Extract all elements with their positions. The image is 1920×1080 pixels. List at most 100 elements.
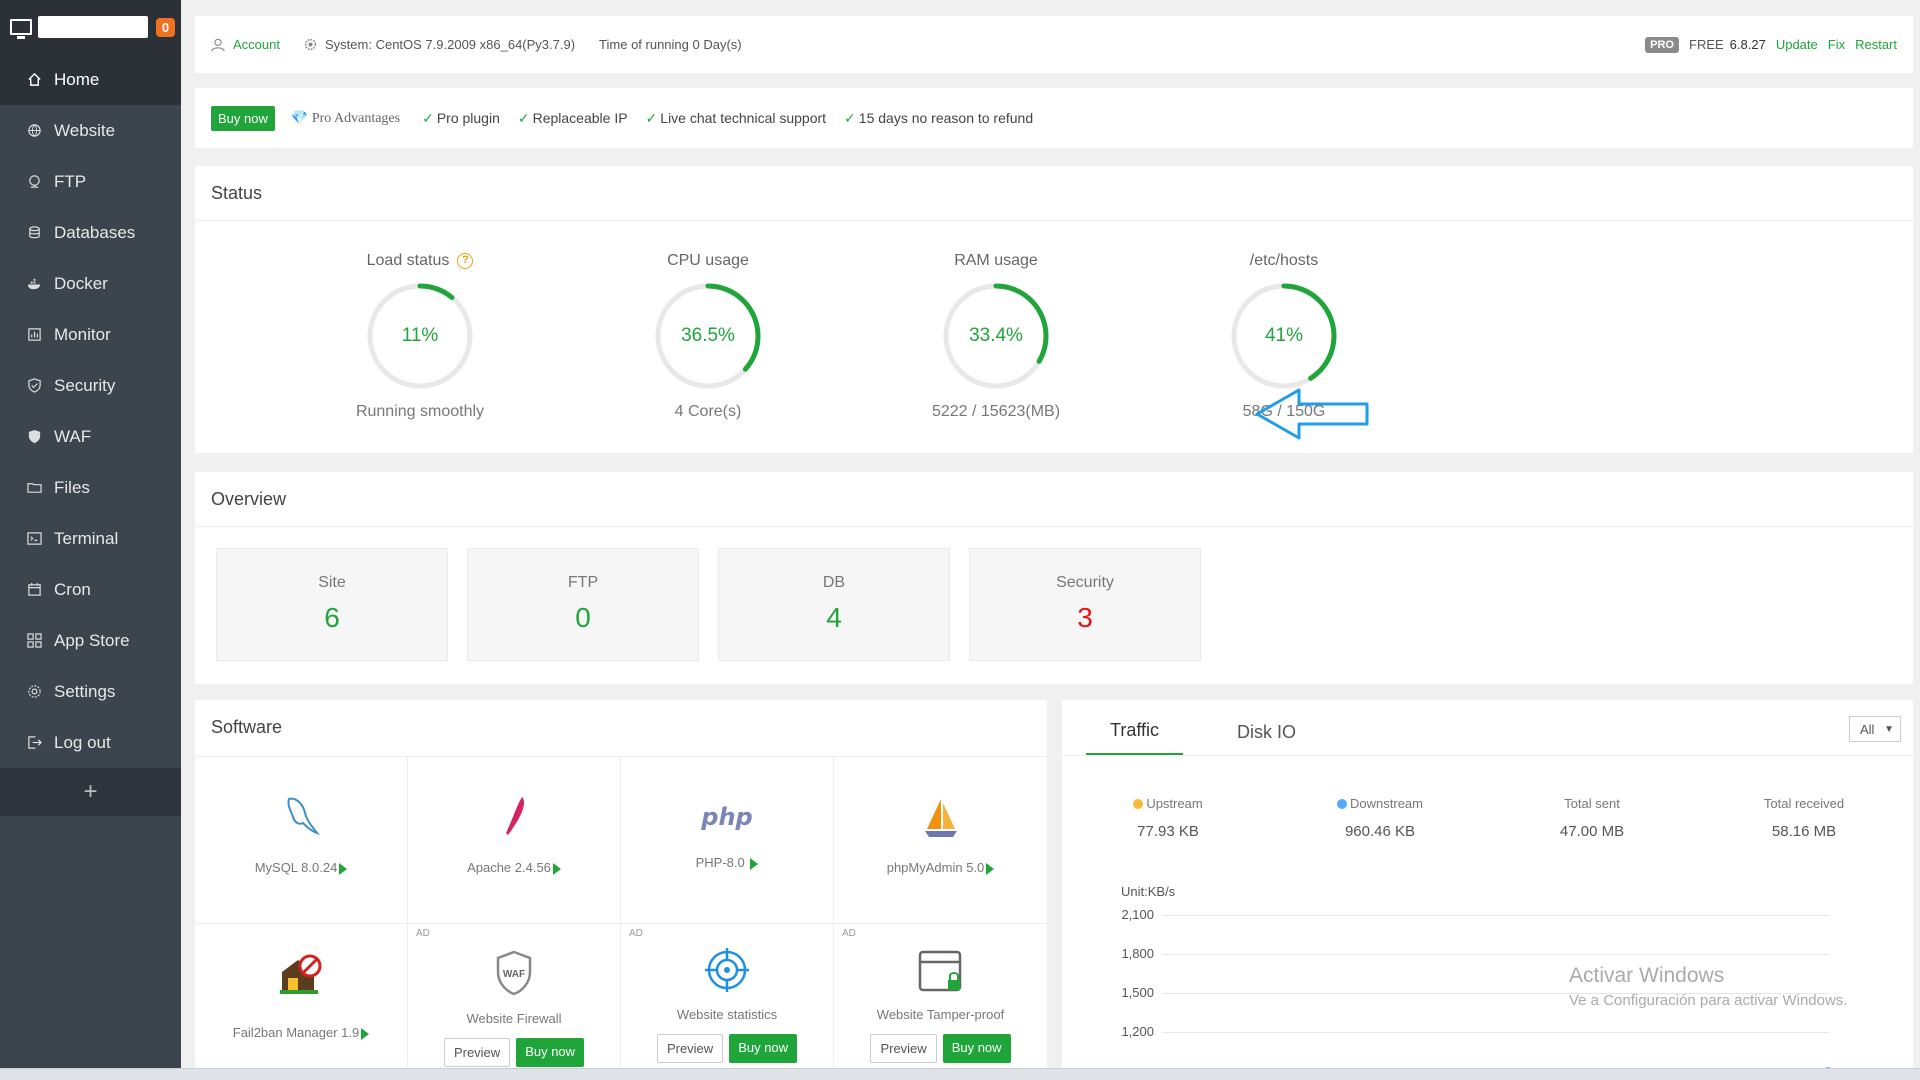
section-title: Overview [195,472,1913,527]
pro-badge[interactable]: PRO [1645,36,1679,53]
sidebar-item-log-out[interactable]: Log out [0,717,181,768]
traffic-tabs: Traffic Disk IO [1062,700,1913,756]
play-icon[interactable] [552,862,561,875]
stat-value: 47.00 MB [1559,823,1625,840]
preview-button[interactable]: Preview [870,1034,937,1063]
sidebar-item-label: Cron [54,579,91,599]
waf-shield-icon: WAF [496,950,532,996]
account-link[interactable]: Account [211,37,280,52]
sidebar-item-security[interactable]: Security [0,360,181,411]
overview-card-site[interactable]: Site 6 [216,548,448,661]
gauge-label: RAM usage [954,252,1038,269]
buy-now-button[interactable]: Buy now [729,1034,798,1063]
card-label: Security [1056,574,1114,591]
server-ip-field[interactable] [38,16,148,38]
interface-select[interactable]: All ▼ [1849,716,1901,742]
update-link[interactable]: Update [1776,37,1818,52]
sidebar-item-ftp[interactable]: FTP [0,156,181,207]
play-icon[interactable] [750,857,759,870]
help-icon[interactable]: ? [457,253,474,269]
sidebar-item-docker[interactable]: Docker [0,258,181,309]
software-php[interactable]: php PHP-8.0 [621,757,834,924]
globe-icon [26,123,42,139]
notification-badge[interactable]: 0 [156,17,175,37]
sidebar-item-website[interactable]: Website [0,105,181,156]
gauge-value: 11% [401,325,439,346]
stat-downstream: Downstream 960.46 KB [1274,796,1486,840]
sidebar-item-app-store[interactable]: App Store [0,615,181,666]
php-logo-icon: php [701,803,753,831]
ad-label: AD [842,928,856,939]
add-menu-button[interactable]: + [0,768,181,816]
waf-icon [26,429,42,445]
upstream-dot-icon [1133,798,1144,809]
monitor-icon [10,19,32,39]
gauge-value: 41% [1264,325,1304,346]
stat-total-sent: Total sent 47.00 MB [1486,796,1698,840]
chart-unit-label: Unit:KB/s [1121,884,1176,899]
play-icon[interactable] [339,862,348,875]
sidebar-item-settings[interactable]: Settings [0,666,181,717]
buy-now-button[interactable]: Buy now [516,1038,585,1067]
sidebar-item-label: Databases [54,222,136,242]
ad-label: AD [416,928,430,939]
user-icon [211,38,225,51]
sidebar-item-waf[interactable]: WAF [0,411,181,462]
overview-card-db[interactable]: DB 4 [718,548,950,661]
software-mysql[interactable]: MySQL 8.0.24 [195,757,408,924]
check-icon: ✓ [517,109,530,126]
play-icon[interactable] [986,862,995,875]
software-fail2ban[interactable]: Fail2ban Manager 1.9 [195,924,408,1080]
gauge-cpu[interactable]: CPU usage 36.5% 4 Core(s) [603,251,813,421]
system-label: System: [324,37,372,52]
version-number: 6.8.27 [1729,37,1766,52]
sidebar-item-files[interactable]: Files [0,462,181,513]
feature-label: 15 days no reason to refund [858,110,1034,126]
tab-disk-io[interactable]: Disk IO [1235,722,1298,755]
buy-now-button[interactable]: Buy now [942,1034,1011,1063]
overview-card-security[interactable]: Security 3 [969,548,1201,661]
feature-label: Live chat technical support [660,110,827,126]
sidebar-item-monitor[interactable]: Monitor [0,309,181,360]
stat-label: Total received [1763,796,1845,811]
software-ad-tamper-proof[interactable]: AD Website Tamper-proof Preview Buy now [834,924,1047,1080]
fail2ban-icon [280,954,322,994]
sidebar-item-label: App Store [54,630,130,650]
gauge-load[interactable]: Load status? 11% Running smoothly [315,251,525,421]
play-icon[interactable] [361,1027,370,1040]
stat-value: 58.16 MB [1771,823,1837,840]
sidebar-item-databases[interactable]: Databases [0,207,181,258]
software-name: Website statistics [676,1007,778,1022]
tab-traffic[interactable]: Traffic [1086,720,1184,755]
phpmyadmin-sailboat-icon [924,799,957,837]
restart-link[interactable]: Restart [1855,37,1897,52]
overview-card-ftp[interactable]: FTP 0 [467,548,699,661]
sidebar-item-home[interactable]: Home [0,54,181,105]
browser-lock-icon [918,950,961,992]
feature-item: ✓ Live chat technical support [646,110,827,127]
fix-link[interactable]: Fix [1828,37,1845,52]
shield-icon [26,378,42,394]
sidebar-item-label: Docker [54,273,108,293]
grid-line [1162,1032,1829,1033]
downstream-dot-icon [1337,798,1348,809]
gauge-ring: 36.5% [653,281,763,391]
preview-button[interactable]: Preview [443,1038,511,1067]
svg-text:WAF: WAF [503,969,525,980]
y-tick: 2,100 [1121,907,1154,922]
pro-advantages[interactable]: 💎 Pro Advantages [291,110,400,127]
preview-button[interactable]: Preview [656,1034,724,1063]
gauge-ram[interactable]: RAM usage 33.4% 5222 / 15623(MB) [891,251,1101,421]
software-ad-waf[interactable]: AD WAF Website Firewall Preview Buy now [408,924,621,1080]
watermark-subtitle: Ve a Configuración para activar Windows. [1569,992,1848,1009]
sidebar-item-terminal[interactable]: Terminal [0,513,181,564]
software-ad-statistics[interactable]: AD Website statistics Preview Buy now [621,924,834,1080]
software-phpmyadmin[interactable]: phpMyAdmin 5.0 [834,757,1047,924]
gauge-ring: 33.4% [941,281,1051,391]
grid-line [1162,915,1829,916]
stat-total-received: Total received 58.16 MB [1698,796,1910,840]
buy-now-button[interactable]: Buy now [211,105,275,131]
software-apache[interactable]: Apache 2.4.56 [408,757,621,924]
calendar-icon [26,582,42,598]
sidebar-item-cron[interactable]: Cron [0,564,181,615]
